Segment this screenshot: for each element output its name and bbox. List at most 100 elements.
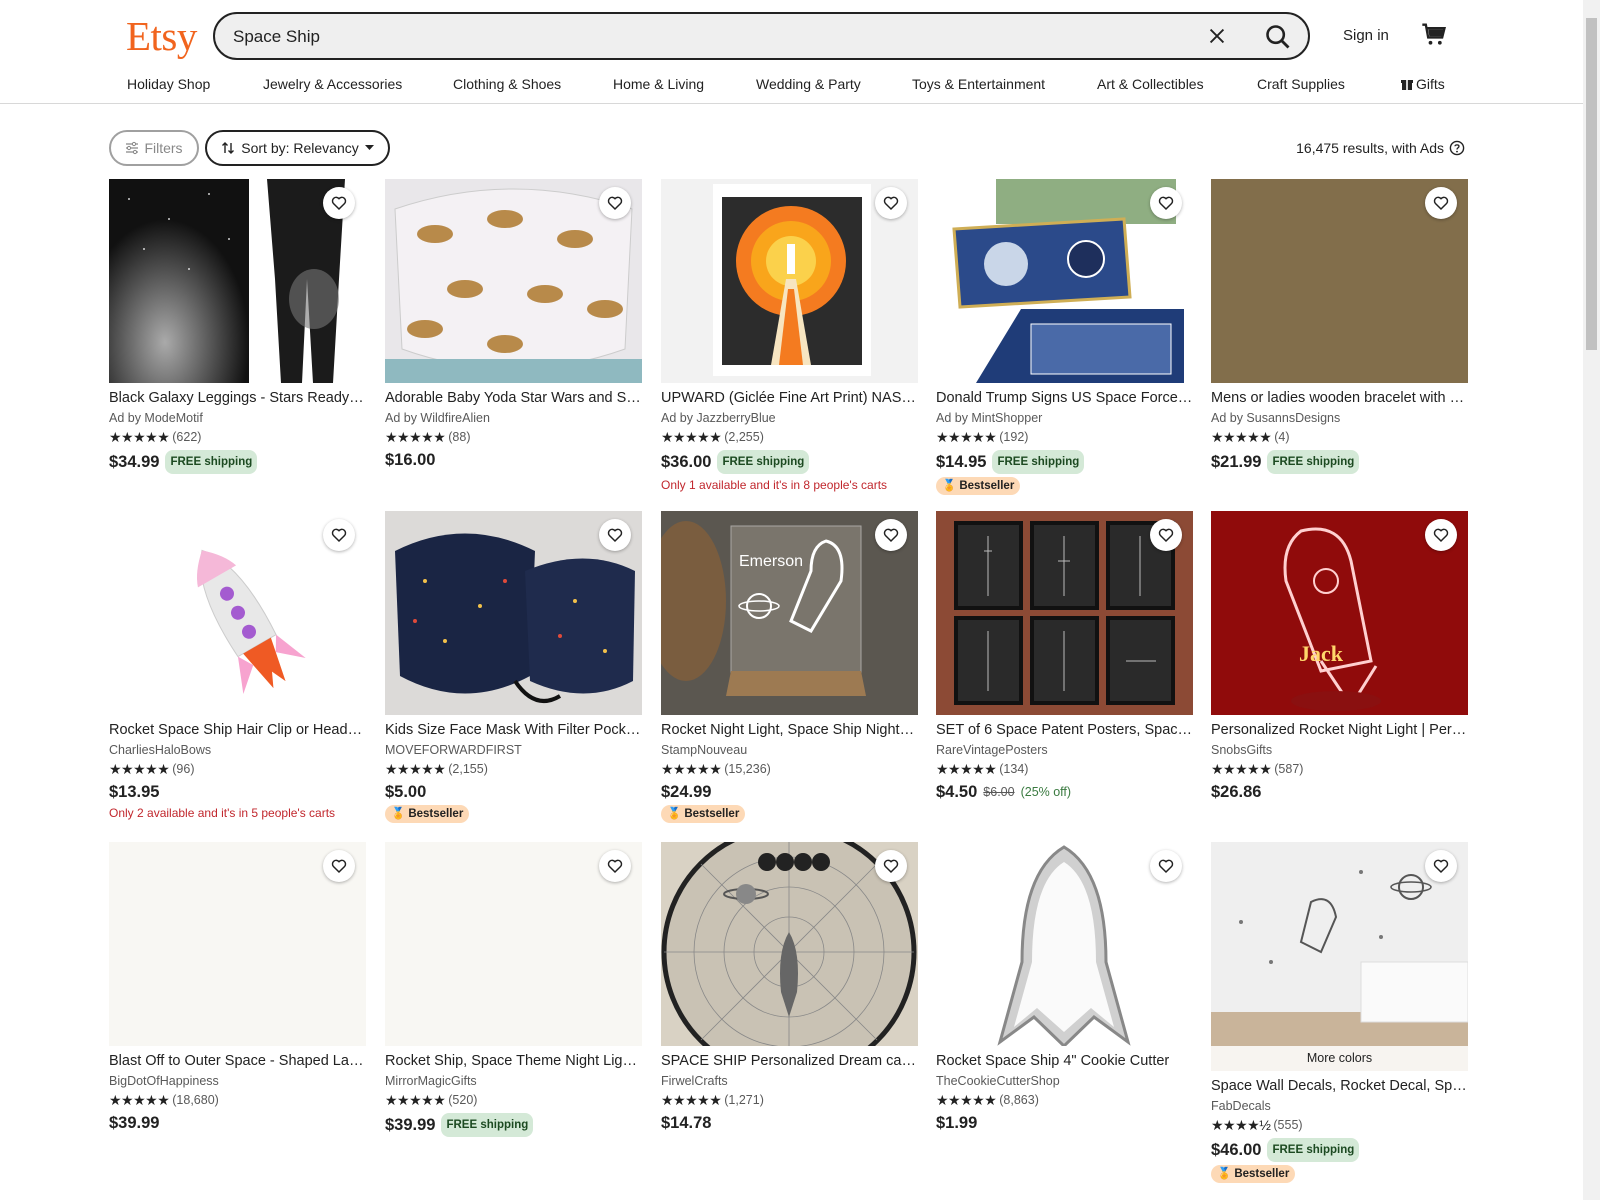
listing-image[interactable] (385, 842, 642, 1046)
favorite-button[interactable] (875, 850, 907, 882)
scrollbar-thumb[interactable] (1586, 18, 1597, 350)
listing-title[interactable]: Mens or ladies wooden bracelet with spac… (1211, 389, 1468, 407)
shop-name: FabDecals (1211, 1099, 1271, 1113)
listing-card[interactable]: Rocket Ship, Space Theme Night Light Nur… (385, 842, 642, 1137)
favorite-button[interactable] (323, 187, 355, 219)
search-icon[interactable] (1264, 23, 1292, 51)
listing-image[interactable] (109, 842, 366, 1046)
search-input[interactable]: Space Ship (233, 27, 320, 47)
favorite-button[interactable] (1150, 519, 1182, 551)
search-bar[interactable]: Space Ship (213, 12, 1310, 60)
rating: ★★★★★ (520) (385, 1093, 642, 1108)
listing-card[interactable]: More colors Space Wall Decals, Rocket De… (1211, 842, 1468, 1183)
listing-image[interactable]: Emerson (661, 511, 918, 715)
favorite-button[interactable] (1150, 850, 1182, 882)
favorite-button[interactable] (875, 519, 907, 551)
listing-title[interactable]: SPACE SHIP Personalized Dream catcher Nu… (661, 1052, 918, 1070)
favorite-button[interactable] (599, 850, 631, 882)
favorite-button[interactable] (875, 187, 907, 219)
listing-title[interactable]: Personalized Rocket Night Light | Person… (1211, 721, 1468, 739)
more-colors-label[interactable]: More colors (1211, 1046, 1468, 1071)
listing-card[interactable]: Adorable Baby Yoda Star Wars and Space S… (385, 179, 642, 470)
listing-image[interactable] (385, 511, 642, 715)
star-rating-icon: ★★★★★ (109, 1092, 170, 1108)
listing-title[interactable]: Rocket Night Light, Space Ship Night Lig… (661, 721, 918, 739)
heart-icon (1158, 859, 1174, 874)
star-rating-icon: ★★★★★ (661, 761, 722, 777)
price: $14.78 (661, 1114, 712, 1132)
favorite-button[interactable] (599, 519, 631, 551)
favorite-button[interactable] (1150, 187, 1182, 219)
listing-image[interactable] (936, 179, 1193, 383)
listing-card[interactable]: SET of 6 Space Patent Posters, Space Shi… (936, 511, 1193, 802)
star-rating-icon: ★★★★★ (109, 761, 170, 777)
nav-gifts[interactable]: Gifts (1400, 76, 1445, 92)
listing-title[interactable]: Rocket Space Ship Hair Clip or Headband … (109, 721, 366, 739)
listing-card[interactable]: Donald Trump Signs US Space Force Legal … (936, 179, 1193, 495)
listing-card[interactable]: Rocket Space Ship Hair Clip or Headband … (109, 511, 366, 821)
price: $46.00 (1211, 1141, 1262, 1159)
listing-title[interactable]: Space Wall Decals, Rocket Decal, Space S… (1211, 1077, 1468, 1095)
nav-home-living[interactable]: Home & Living (613, 76, 704, 92)
sort-dropdown[interactable]: Sort by: Relevancy (205, 130, 390, 166)
favorite-button[interactable] (1425, 187, 1457, 219)
listing-title[interactable]: UPWARD (Giclée Fine Art Print) NASA Spac… (661, 389, 918, 407)
listing-image[interactable] (1211, 179, 1468, 383)
listing-title[interactable]: SET of 6 Space Patent Posters, Space Shi… (936, 721, 1193, 739)
favorite-button[interactable] (323, 519, 355, 551)
listing-card[interactable]: Kids Size Face Mask With Filter Pocket S… (385, 511, 642, 823)
nav-clothing[interactable]: Clothing & Shoes (453, 76, 561, 92)
nav-jewelry[interactable]: Jewelry & Accessories (263, 76, 402, 92)
listing-image[interactable] (661, 842, 918, 1046)
nav-holiday-shop[interactable]: Holiday Shop (127, 76, 210, 92)
listing-image[interactable]: Jack (1211, 511, 1468, 715)
price: $13.95 (109, 783, 160, 801)
favorite-button[interactable] (1425, 519, 1457, 551)
rating: ★★★★★ (2,155) (385, 762, 642, 777)
listing-image[interactable] (385, 179, 642, 383)
listing-title[interactable]: Rocket Space Ship 4" Cookie Cutter (936, 1052, 1193, 1070)
listing-image[interactable] (109, 179, 366, 383)
listing-image[interactable] (936, 511, 1193, 715)
price: $1.99 (936, 1114, 978, 1132)
listing-card[interactable]: SPACE SHIP Personalized Dream catcher Nu… (661, 842, 918, 1133)
listing-card[interactable]: Mens or ladies wooden bracelet with spac… (1211, 179, 1468, 474)
listing-image[interactable] (661, 179, 918, 383)
listing-card[interactable]: UPWARD (Giclée Fine Art Print) NASA Spac… (661, 179, 918, 493)
favorite-button[interactable] (599, 187, 631, 219)
star-rating-icon: ★★★★★ (936, 1092, 997, 1108)
etsy-logo[interactable]: Etsy (126, 12, 197, 60)
listing-card[interactable]: Emerson Rocket Night Light, Space Ship N… (661, 511, 918, 823)
listing-image[interactable]: More colors (1211, 842, 1468, 1071)
heart-icon (1433, 528, 1449, 543)
listing-title[interactable]: Kids Size Face Mask With Filter Pocket S… (385, 721, 642, 739)
page-scrollbar[interactable] (1583, 0, 1600, 1200)
listing-card[interactable]: Blast Off to Outer Space - Shaped Landsc… (109, 842, 366, 1133)
sign-in-link[interactable]: Sign in (1343, 27, 1389, 44)
favorite-button[interactable] (323, 850, 355, 882)
filters-button[interactable]: Filters (109, 130, 199, 166)
shop-name: StampNouveau (661, 743, 748, 757)
nav-art[interactable]: Art & Collectibles (1097, 76, 1204, 92)
rating: ★★★★★ (134) (936, 762, 1193, 777)
cart-icon[interactable] (1420, 20, 1448, 48)
clear-search-icon[interactable] (1206, 25, 1228, 47)
listing-image[interactable] (109, 511, 366, 715)
listing-title[interactable]: Rocket Ship, Space Theme Night Light Nur… (385, 1052, 642, 1070)
listing-image[interactable] (936, 842, 1193, 1046)
nav-wedding[interactable]: Wedding & Party (756, 76, 861, 92)
favorite-button[interactable] (1425, 850, 1457, 882)
listing-title[interactable]: Adorable Baby Yoda Star Wars and Space S… (385, 389, 642, 407)
listing-title[interactable]: Black Galaxy Leggings - Stars Ready To S… (109, 389, 366, 407)
help-icon[interactable] (1449, 140, 1465, 156)
nav-toys[interactable]: Toys & Entertainment (912, 76, 1045, 92)
nav-craft[interactable]: Craft Supplies (1257, 76, 1345, 92)
review-count: (2,255) (724, 430, 764, 444)
listing-title[interactable]: Donald Trump Signs US Space Force Legal … (936, 389, 1193, 407)
listing-card[interactable]: Black Galaxy Leggings - Stars Ready To S… (109, 179, 366, 474)
listing-card[interactable]: Jack Personalized Rocket Night Light | P… (1211, 511, 1468, 802)
sort-label: Sort by: Relevancy (241, 140, 359, 156)
shop-name: SnobsGifts (1211, 743, 1273, 757)
listing-card[interactable]: Rocket Space Ship 4" Cookie Cutter TheCo… (936, 842, 1193, 1133)
listing-title[interactable]: Blast Off to Outer Space - Shaped Landsc… (109, 1052, 366, 1070)
